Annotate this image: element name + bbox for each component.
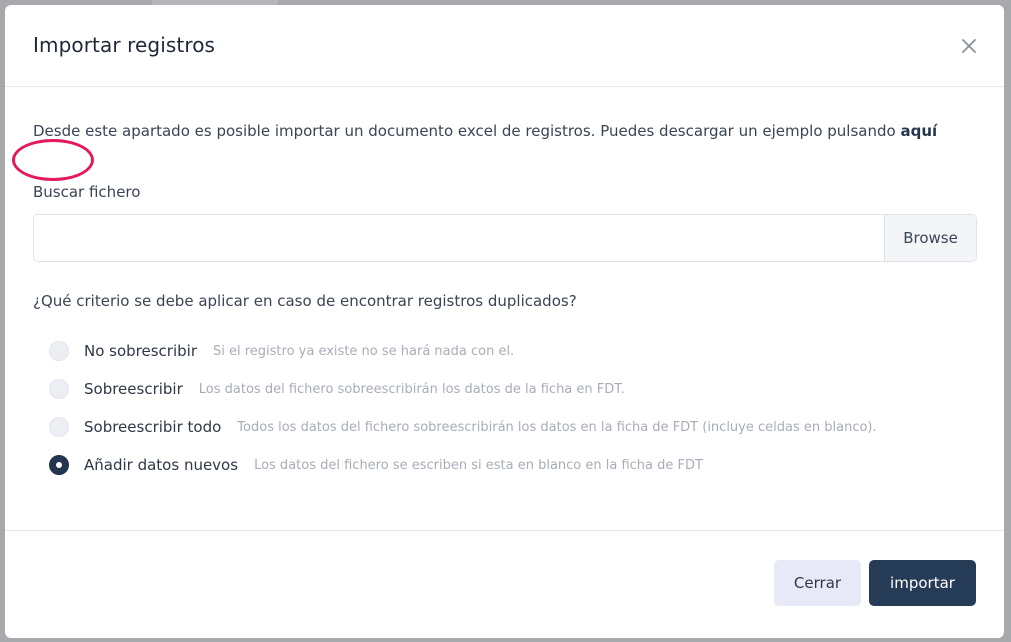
file-picker: Browse	[33, 214, 977, 262]
option-label: No sobrescribir	[84, 342, 197, 360]
modal-body: Desde este apartado es posible importar …	[5, 87, 1004, 531]
intro-text: Desde este apartado es posible importar …	[33, 119, 983, 144]
radio-button[interactable]	[49, 341, 69, 361]
close-icon	[962, 39, 976, 53]
import-modal: Importar registros Desde este apartado e…	[5, 5, 1004, 638]
option-hint: Si el registro ya existe no se hará nada…	[213, 343, 515, 359]
duplicate-options: No sobrescribir Si el registro ya existe…	[49, 332, 877, 484]
option-sobreescribir-todo[interactable]: Sobreescribir todo Todos los datos del f…	[49, 408, 877, 446]
option-sobreescribir[interactable]: Sobreescribir Los datos del fichero sobr…	[49, 370, 877, 408]
option-label: Añadir datos nuevos	[84, 456, 239, 474]
close-button[interactable]	[958, 35, 980, 57]
option-hint: Los datos del fichero se escriben si est…	[254, 457, 703, 473]
option-no-sobrescribir[interactable]: No sobrescribir Si el registro ya existe…	[49, 332, 877, 370]
download-example-link[interactable]: aquí	[900, 122, 937, 140]
cancel-button[interactable]: Cerrar	[774, 560, 861, 606]
option-hint: Todos los datos del fichero sobreescribi…	[237, 419, 877, 435]
annotation-circle	[12, 139, 94, 181]
modal-title: Importar registros	[33, 33, 216, 57]
duplicate-criteria-question: ¿Qué criterio se debe aplicar en caso de…	[33, 292, 577, 310]
file-path-input[interactable]	[34, 215, 884, 261]
intro-description: Desde este apartado es posible importar …	[33, 122, 901, 140]
option-label: Sobreescribir todo	[84, 418, 222, 436]
option-hint: Los datos del fichero sobreescribirán lo…	[198, 381, 625, 397]
modal-footer: Cerrar importar	[5, 531, 1004, 638]
import-button[interactable]: importar	[869, 560, 976, 606]
file-field-label: Buscar fichero	[33, 183, 141, 201]
option-label: Sobreescribir	[84, 380, 183, 398]
modal-header: Importar registros	[5, 5, 1004, 87]
radio-button[interactable]	[49, 379, 69, 399]
radio-button[interactable]	[49, 417, 69, 437]
radio-button[interactable]	[49, 455, 69, 475]
option-anadir-datos-nuevos[interactable]: Añadir datos nuevos Los datos del ficher…	[49, 446, 877, 484]
browse-button[interactable]: Browse	[884, 215, 976, 261]
